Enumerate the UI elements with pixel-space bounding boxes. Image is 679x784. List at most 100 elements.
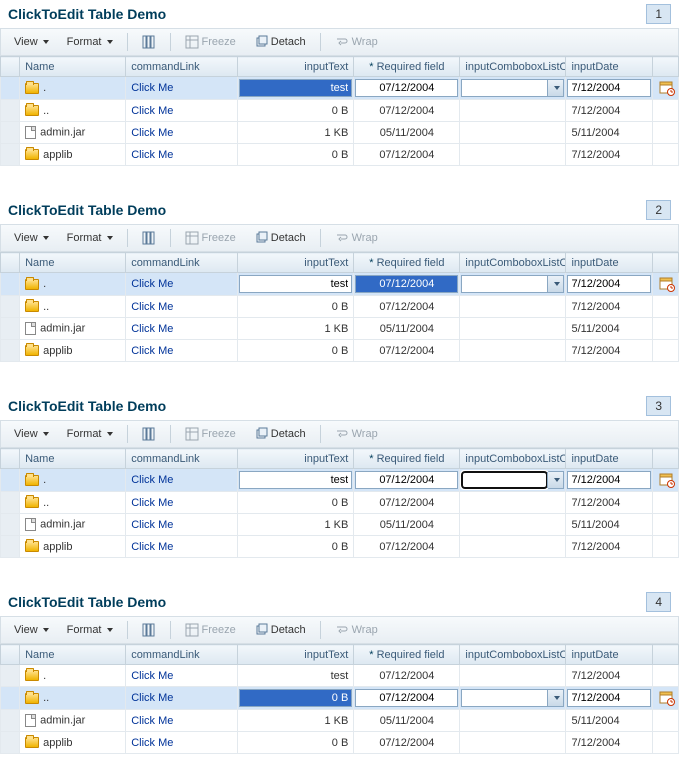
table-row[interactable]: applib Click Me 0 B 07/12/2004 7/12/2004	[1, 536, 679, 558]
format-menu[interactable]: Format	[60, 33, 120, 51]
inputtext-field[interactable]	[239, 689, 353, 707]
combo-input[interactable]	[462, 80, 547, 96]
col-date[interactable]: inputDate	[566, 57, 653, 77]
command-link[interactable]: Click Me	[131, 670, 173, 682]
table-row[interactable]: admin.jar Click Me 1 KB 05/11/2004 5/11/…	[1, 122, 679, 144]
row-handle[interactable]	[1, 732, 20, 754]
command-link[interactable]: Click Me	[131, 519, 173, 531]
col-required[interactable]: * Required field	[354, 253, 460, 273]
date-field[interactable]	[567, 689, 651, 707]
command-link[interactable]: Click Me	[131, 301, 173, 313]
date-field[interactable]	[567, 79, 651, 97]
combobox[interactable]	[461, 689, 564, 707]
col-inputtext[interactable]: inputText	[237, 449, 354, 469]
wrap-button[interactable]: Wrap	[328, 32, 385, 52]
date-picker-button[interactable]	[658, 275, 676, 293]
date-picker-button[interactable]	[658, 471, 676, 489]
wrap-button[interactable]: Wrap	[328, 424, 385, 444]
required-field[interactable]	[355, 275, 458, 293]
inputtext-field[interactable]	[239, 79, 353, 97]
view-menu[interactable]: View	[7, 621, 56, 639]
row-handle[interactable]	[1, 687, 20, 710]
table-row[interactable]: . Click Me	[1, 77, 679, 100]
col-name[interactable]: Name	[20, 57, 126, 77]
freeze-button[interactable]: Freeze	[178, 620, 243, 640]
command-link[interactable]: Click Me	[131, 737, 173, 749]
combo-dropdown-button[interactable]	[547, 276, 563, 292]
command-link[interactable]: Click Me	[131, 715, 173, 727]
command-link[interactable]: Click Me	[131, 278, 173, 290]
table-row[interactable]: admin.jar Click Me 1 KB 05/11/2004 5/11/…	[1, 318, 679, 340]
detach-button[interactable]: Detach	[247, 620, 313, 640]
freeze-button[interactable]: Freeze	[178, 424, 243, 444]
table-row[interactable]: applib Click Me 0 B 07/12/2004 7/12/2004	[1, 144, 679, 166]
row-handle[interactable]	[1, 665, 20, 687]
col-date[interactable]: inputDate	[566, 253, 653, 273]
inputtext-field[interactable]	[239, 275, 353, 293]
required-field[interactable]	[355, 689, 458, 707]
freeze-button[interactable]: Freeze	[178, 32, 243, 52]
command-link[interactable]: Click Me	[131, 127, 173, 139]
col-required[interactable]: * Required field	[354, 449, 460, 469]
col-inputtext[interactable]: inputText	[237, 253, 354, 273]
row-handle[interactable]	[1, 318, 20, 340]
command-link[interactable]: Click Me	[131, 345, 173, 357]
combo-dropdown-button[interactable]	[547, 80, 563, 96]
detach-button[interactable]: Detach	[247, 424, 313, 444]
combobox[interactable]	[461, 471, 564, 489]
wrap-button[interactable]: Wrap	[328, 228, 385, 248]
date-picker-button[interactable]	[658, 689, 676, 707]
row-handle-header[interactable]	[1, 57, 20, 77]
col-inputtext[interactable]: inputText	[237, 645, 354, 665]
columns-button[interactable]	[135, 620, 163, 640]
table-row[interactable]: . Click Me	[1, 273, 679, 296]
table-row[interactable]: .. Click Me 0 B 07/12/2004 7/12/2004	[1, 100, 679, 122]
command-link[interactable]: Click Me	[131, 692, 173, 704]
table-row[interactable]: .. Click Me 0 B 07/12/2004 7/12/2004	[1, 492, 679, 514]
date-field[interactable]	[567, 275, 651, 293]
col-date-icon[interactable]	[653, 253, 679, 273]
combobox[interactable]	[461, 275, 564, 293]
col-commandlink[interactable]: commandLink	[126, 645, 237, 665]
required-field[interactable]	[355, 79, 458, 97]
inputtext-field[interactable]	[239, 471, 353, 489]
col-combo[interactable]: inputComboboxListOf	[460, 449, 566, 469]
date-picker-button[interactable]	[658, 79, 676, 97]
col-combo[interactable]: inputComboboxListOf	[460, 57, 566, 77]
columns-button[interactable]	[135, 32, 163, 52]
col-date[interactable]: inputDate	[566, 449, 653, 469]
combo-input[interactable]	[462, 276, 547, 292]
command-link[interactable]: Click Me	[131, 82, 173, 94]
col-commandlink[interactable]: commandLink	[126, 253, 237, 273]
row-handle[interactable]	[1, 340, 20, 362]
col-date-icon[interactable]	[653, 57, 679, 77]
command-link[interactable]: Click Me	[131, 323, 173, 335]
row-handle[interactable]	[1, 469, 20, 492]
format-menu[interactable]: Format	[60, 621, 120, 639]
combo-input[interactable]	[462, 472, 547, 488]
format-menu[interactable]: Format	[60, 229, 120, 247]
combo-dropdown-button[interactable]	[547, 472, 563, 488]
command-link[interactable]: Click Me	[131, 497, 173, 509]
col-required[interactable]: * Required field	[354, 645, 460, 665]
table-row[interactable]: applib Click Me 0 B 07/12/2004 7/12/2004	[1, 732, 679, 754]
table-row[interactable]: .. Click Me	[1, 687, 679, 710]
detach-button[interactable]: Detach	[247, 228, 313, 248]
row-handle[interactable]	[1, 710, 20, 732]
row-handle[interactable]	[1, 122, 20, 144]
combo-dropdown-button[interactable]	[547, 690, 563, 706]
freeze-button[interactable]: Freeze	[178, 228, 243, 248]
col-date[interactable]: inputDate	[566, 645, 653, 665]
col-name[interactable]: Name	[20, 449, 126, 469]
combo-input[interactable]	[462, 690, 547, 706]
date-field[interactable]	[567, 471, 651, 489]
command-link[interactable]: Click Me	[131, 149, 173, 161]
combobox[interactable]	[461, 79, 564, 97]
columns-button[interactable]	[135, 228, 163, 248]
view-menu[interactable]: View	[7, 229, 56, 247]
col-inputtext[interactable]: inputText	[237, 57, 354, 77]
detach-button[interactable]: Detach	[247, 32, 313, 52]
row-handle[interactable]	[1, 514, 20, 536]
col-commandlink[interactable]: commandLink	[126, 57, 237, 77]
table-row[interactable]: admin.jar Click Me 1 KB 05/11/2004 5/11/…	[1, 710, 679, 732]
